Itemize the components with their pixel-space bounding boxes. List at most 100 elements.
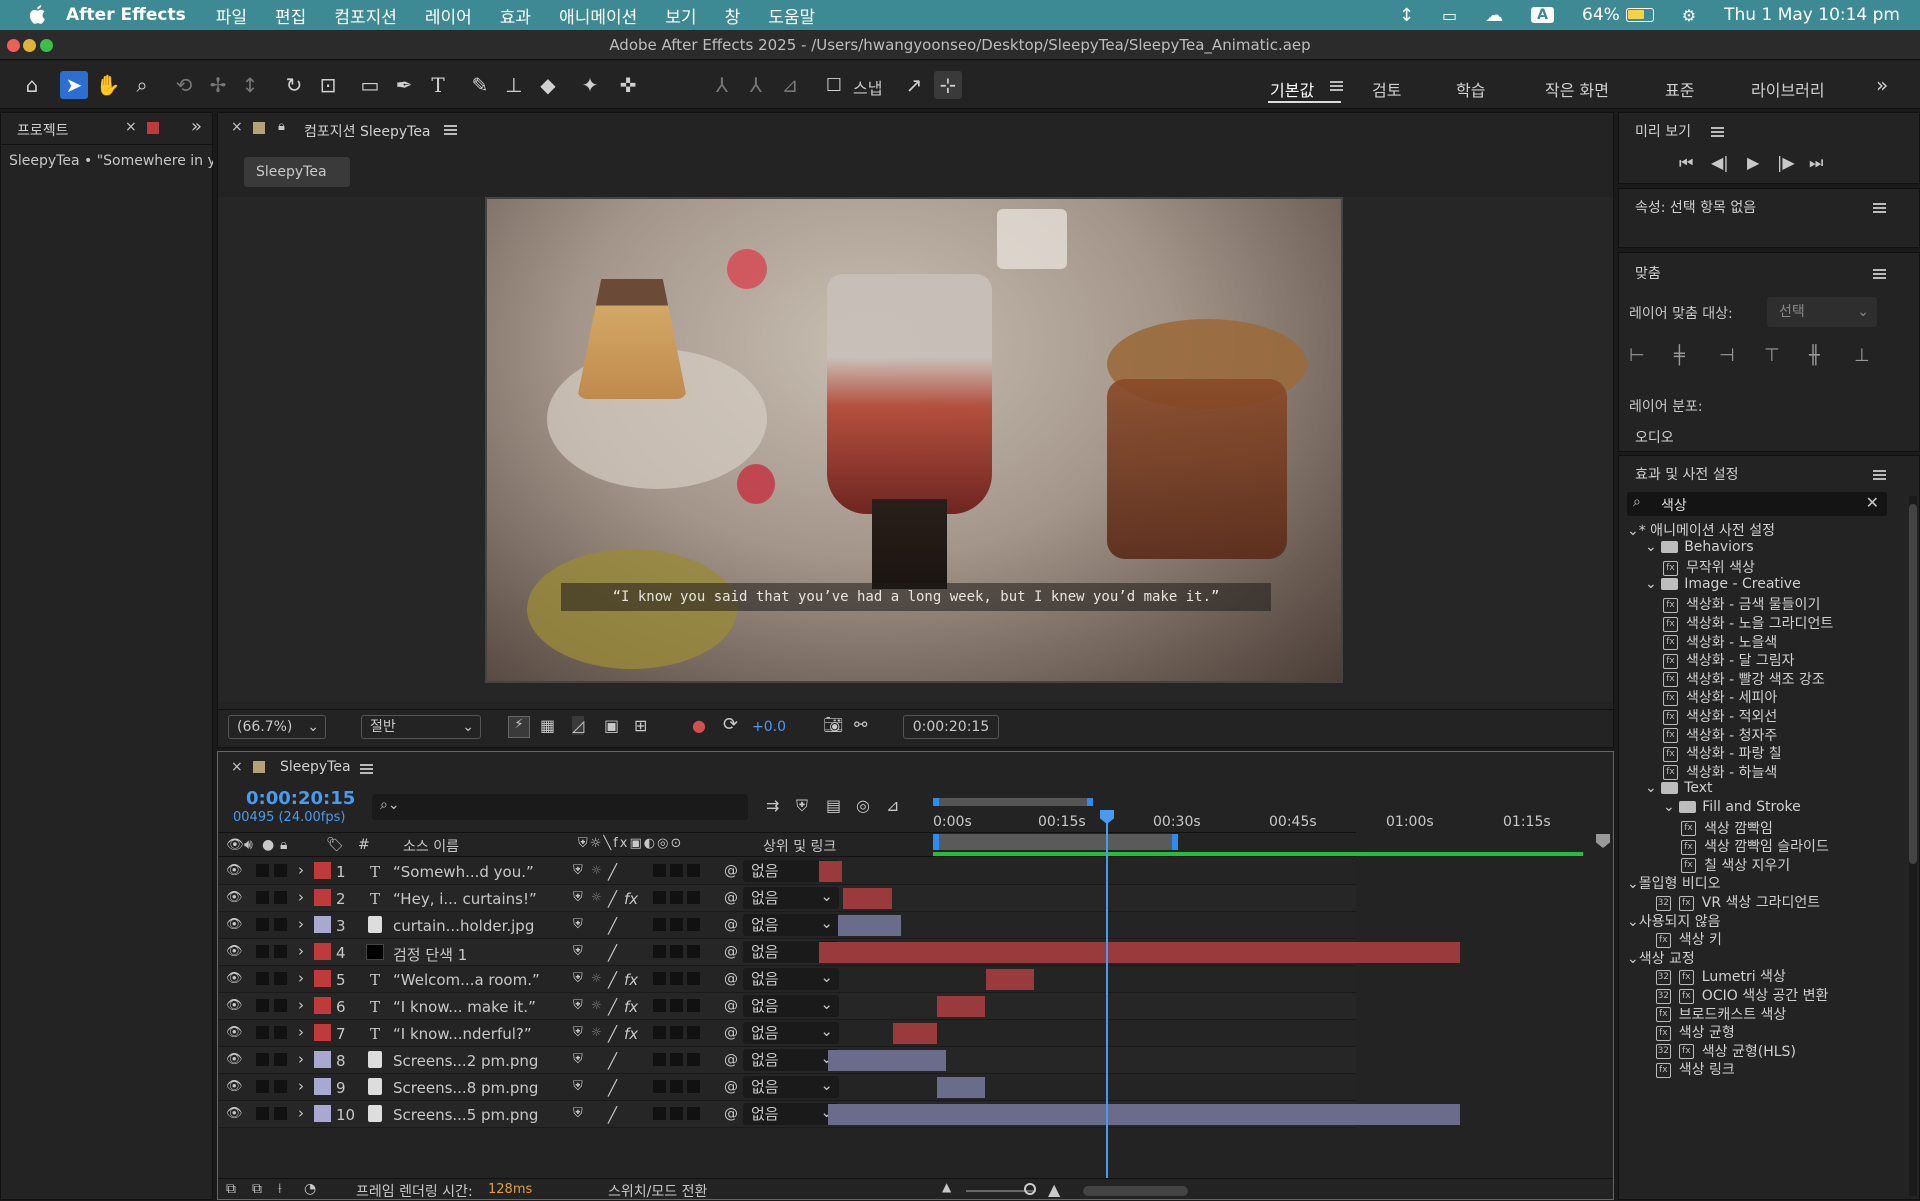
work-area-bar[interactable]	[933, 834, 1178, 850]
minimize-window-button[interactable]	[23, 39, 36, 52]
parent-dropdown[interactable]: 없음 ⌄	[743, 968, 839, 990]
snap-checkbox[interactable]: ☐	[820, 71, 848, 99]
zoom-tool-icon[interactable]: ⌕	[128, 71, 156, 99]
timeline-menu-icon[interactable]	[360, 768, 373, 770]
axis-world-icon[interactable]: ⅄	[742, 71, 770, 99]
color-management-icon[interactable]: ⟳	[723, 714, 738, 735]
workspace-default[interactable]: 기본값	[1270, 77, 1314, 101]
expand-panels-icon[interactable]: »	[191, 116, 202, 137]
layer-duration-bar[interactable]	[892, 1023, 938, 1044]
layer-name[interactable]: Screens...2 pm.png	[393, 1052, 538, 1070]
orbit-tool-icon[interactable]: ⟲	[170, 71, 198, 99]
parent-dropdown[interactable]: 없음 ⌄	[743, 887, 839, 909]
grid-guides-icon[interactable]: ⊞	[634, 716, 647, 735]
close-comp-tab-icon[interactable]: ×	[231, 119, 243, 135]
shy-switch-icon[interactable]: ⛨	[573, 863, 583, 878]
layer-row[interactable]: 👁︎ › 3 curtain...holder.jpg ⛨ ╱ @ 없음 ⌄	[218, 912, 1356, 939]
pick-whip-icon[interactable]: @	[724, 1052, 738, 1068]
eraser-tool-icon[interactable]: ◆	[534, 71, 562, 99]
adjustment-switch[interactable]	[687, 1107, 700, 1120]
render-time-icon[interactable]: ◔	[304, 1181, 316, 1197]
control-center-icon[interactable]: ⚙	[1682, 6, 1696, 25]
properties-menu-icon[interactable]	[1873, 207, 1886, 209]
frame-blend-switch[interactable]	[653, 999, 666, 1012]
comp-viewer[interactable]: “I know you said that you’ve had a long …	[218, 197, 1613, 702]
pick-whip-icon[interactable]: @	[724, 917, 738, 933]
layer-label-color[interactable]	[314, 889, 331, 906]
layer-duration-bar[interactable]	[827, 1050, 946, 1071]
pick-whip-icon[interactable]: @	[724, 1079, 738, 1095]
subtitle-text[interactable]: “I know you said that you’ve had a long …	[561, 583, 1271, 611]
layer-name[interactable]: 검정 단색 1	[393, 944, 467, 965]
disclosure-arrow-icon[interactable]: ⌄	[1645, 539, 1661, 555]
menu-file[interactable]: 파일	[216, 3, 247, 28]
effects-scroll-thumb[interactable]	[1909, 504, 1917, 864]
shy-switch-icon[interactable]: ⛨	[573, 1052, 583, 1067]
quality-switch-icon[interactable]: ╱	[608, 863, 617, 881]
zoom-window-button[interactable]	[40, 39, 53, 52]
close-tab-icon[interactable]: ×	[125, 119, 137, 135]
solo-switch[interactable]	[256, 918, 269, 931]
effect-preset-item[interactable]: fx 색상화 - 노을 그라디언트	[1619, 613, 1833, 633]
source-name-header[interactable]: 소스 이름	[403, 836, 459, 856]
adjustment-switch[interactable]	[687, 891, 700, 904]
disclosure-arrow-icon[interactable]: ⌄	[1627, 876, 1639, 892]
pick-whip-icon[interactable]: @	[724, 1025, 738, 1041]
expand-arrow-icon[interactable]: ›	[298, 996, 304, 1014]
input-source-icon[interactable]: A	[1531, 7, 1554, 23]
disclosure-arrow-icon[interactable]: ⌄	[1663, 799, 1679, 815]
selection-tool-icon[interactable]: ➤	[60, 71, 88, 99]
composition-panel-title[interactable]: 컴포지션 SleepyTea	[304, 121, 431, 141]
eye-icon[interactable]: 👁︎	[226, 1052, 243, 1067]
motion-blur-switch[interactable]	[670, 1026, 683, 1039]
frame-blend-switch[interactable]	[653, 864, 666, 877]
transparency-grid-icon[interactable]: ▦	[540, 716, 555, 735]
effects-menu-icon[interactable]	[1873, 474, 1886, 476]
expand-arrow-icon[interactable]: ›	[298, 942, 304, 960]
disclosure-arrow-icon[interactable]: ⌄	[1627, 523, 1639, 539]
layer-row[interactable]: 👁︎ › 7 T “I know...nderful?” ⛨ ☼ ╱ fx @ 없음 ⌄	[218, 1020, 1356, 1047]
eye-icon[interactable]: 👁︎	[226, 1025, 243, 1040]
motion-blur-switch[interactable]	[670, 864, 683, 877]
fx-switch-icon[interactable]: fx	[624, 890, 638, 908]
effects-category[interactable]: ⌄ Text	[1619, 780, 1713, 796]
timeline-title[interactable]: SleepyTea	[280, 759, 351, 775]
layer-row[interactable]: 👁︎ › 6 T “I know... make it.” ⛨ ☼ ╱ fx @ 없음 ⌄	[218, 993, 1356, 1020]
layer-name[interactable]: Screens...5 pm.png	[393, 1106, 538, 1124]
expand-arrow-icon[interactable]: ›	[298, 969, 304, 987]
hand-tool-icon[interactable]: ✋	[94, 71, 122, 99]
motion-blur-switch[interactable]	[670, 1080, 683, 1093]
pan-tool-icon[interactable]: ✢	[204, 71, 232, 99]
more-workspaces-icon[interactable]: »	[1876, 73, 1888, 97]
effect-preset-item[interactable]: 32 fx OCIO 색상 공간 변환	[1619, 985, 1828, 1005]
align-left-icon[interactable]: ⊢	[1629, 345, 1645, 366]
quality-switch-icon[interactable]: ╱	[608, 1079, 617, 1097]
layer-label-color[interactable]	[314, 1078, 331, 1095]
adjustment-switch[interactable]	[687, 945, 700, 958]
project-panel-title[interactable]: 프로젝트	[17, 120, 69, 140]
layer-row[interactable]: 👁︎ › 10 Screens...5 pm.png ⛨ ╱ @ 없음⌄	[218, 1101, 1460, 1128]
workspace-learn[interactable]: 학습	[1456, 77, 1485, 101]
effect-preset-item[interactable]: fx 색상 링크	[1619, 1059, 1735, 1079]
quality-switch-icon[interactable]: ╱	[608, 1052, 617, 1070]
expand-arrow-icon[interactable]: ›	[298, 1104, 304, 1122]
frame-blend-switch[interactable]	[653, 918, 666, 931]
quality-switch-icon[interactable]: ╱	[608, 971, 617, 989]
align-right-icon[interactable]: ⊣	[1719, 345, 1735, 366]
rectangle-tool-icon[interactable]: ▭	[356, 71, 384, 99]
layer-row[interactable]: 👁︎ › 9 Screens...8 pm.png ⛨ ╱ @ 없음 ⌄	[218, 1074, 1356, 1101]
eye-icon[interactable]: 👁︎	[226, 971, 243, 986]
comp-flowchart-tab[interactable]: SleepyTea	[244, 157, 350, 187]
expand-arrow-icon[interactable]: ›	[298, 861, 304, 879]
lock-switch[interactable]	[274, 1107, 287, 1120]
effects-category[interactable]: ⌄몰입형 비디오	[1619, 873, 1720, 893]
layer-label-color[interactable]	[314, 997, 331, 1014]
motion-blur-switch[interactable]	[670, 891, 683, 904]
solo-switch[interactable]	[256, 891, 269, 904]
adjustment-switch[interactable]	[687, 864, 700, 877]
effect-preset-item[interactable]: 32 fx Lumetri 색상	[1619, 966, 1786, 986]
parent-dropdown[interactable]: 없음 ⌄	[743, 995, 839, 1017]
motion-blur-switch[interactable]	[670, 1053, 683, 1066]
fx-switch-icon[interactable]: fx	[624, 971, 638, 989]
preview-title[interactable]: 미리 보기	[1635, 121, 1691, 141]
